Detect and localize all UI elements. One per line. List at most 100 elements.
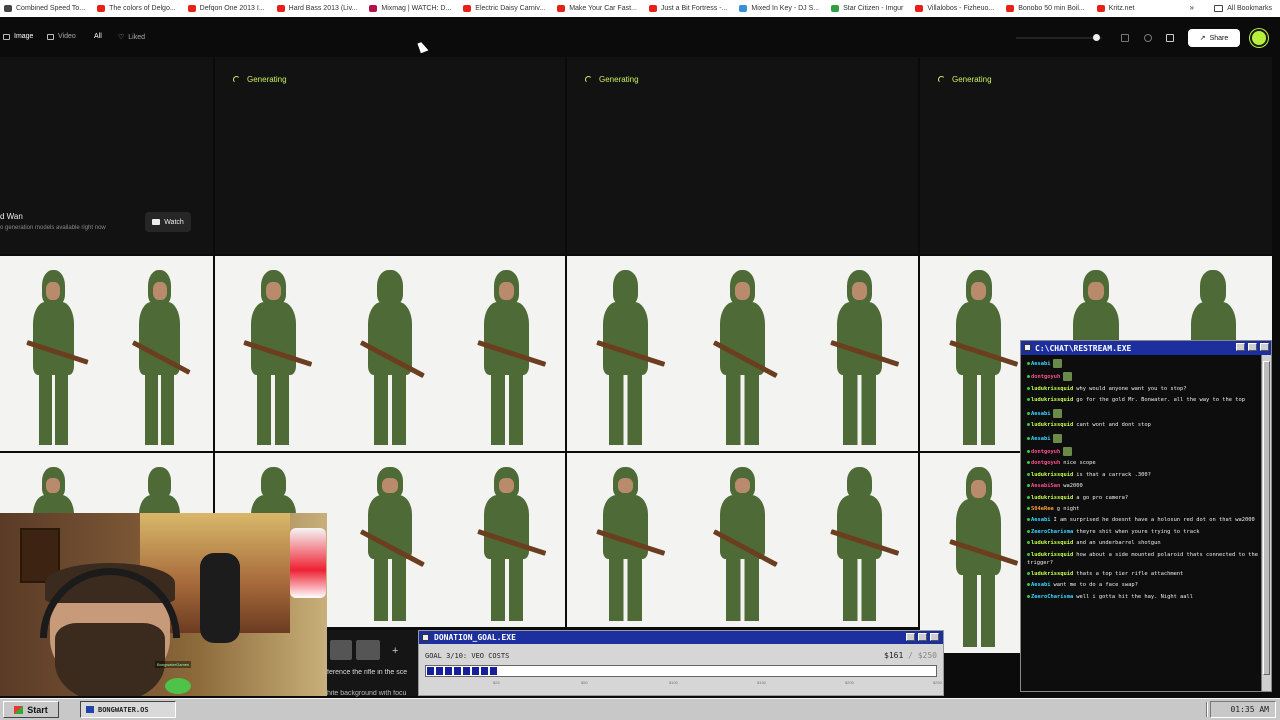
generating-card[interactable]: Generating [215,57,565,254]
chat-username: ZeeroCharisma [1031,528,1074,535]
chat-text: I am surprised he doesnt have a holosun … [1053,517,1255,524]
bookmark-item[interactable]: Electric Daisy Carniv... [463,5,545,12]
bookmark-item[interactable]: Villalobos - Fizheuo... [915,5,994,12]
prompt-text[interactable]: hite background with focu [327,690,419,697]
soldier-figure [827,467,899,621]
minimize-button[interactable] [906,633,915,641]
bookmark-item[interactable]: The colors of Delgo... [97,5,176,12]
chat-text: go for the gold Mr. Bonwater. all the wa… [1076,397,1245,404]
bookmark-item[interactable]: Mixed In Key - DJ S... [739,5,819,12]
bookmark-label: Combined Speed To... [16,5,86,12]
chat-username: S04eRee [1031,506,1054,513]
bookmark-label: The colors of Delgo... [109,5,176,12]
face [970,282,987,300]
legs [490,556,523,621]
bookmark-item[interactable]: Mixmag | WATCH: D... [369,5,451,12]
bookmark-item[interactable]: Just a Bit Fortress -... [648,5,728,12]
tab-all[interactable]: All [94,33,102,40]
tab-image[interactable]: Image [3,33,33,40]
soldier-figure [358,467,425,621]
list-view-icon[interactable] [1121,34,1129,42]
close-button[interactable] [1260,343,1269,351]
generating-card[interactable]: Generating [567,57,918,254]
generating-card[interactable]: Generating [920,57,1272,254]
progress-block [490,667,497,675]
bookmarks-overflow-button[interactable]: » [1190,3,1194,12]
bookmark-label: Make Your Car Fast... [569,5,637,12]
bookmark-item[interactable]: Combined Speed To... [4,5,85,12]
chat-scrollbar-thumb[interactable] [1263,361,1270,675]
favicon-icon [739,5,748,12]
chat-username: ZeeroCharisma [1031,593,1074,600]
app-icon [422,634,429,641]
donation-total: / $250 [903,651,937,660]
chat-scrollbar[interactable] [1261,355,1271,691]
chat-titlebar[interactable]: C:\CHAT\RESTREAM.EXE [1021,341,1271,355]
prompt-text[interactable]: ference the rifle in the sce [327,669,419,676]
favicon-icon [648,5,657,12]
chat-text: why would anyone want you to stop? [1076,385,1187,392]
torso [836,301,882,375]
favicon-icon [915,5,924,12]
share-button[interactable]: ↗ Share [1188,29,1240,47]
start-label: Start [27,704,48,715]
chat-message: ludukrissquid go for the gold Mr. Bonwate… [1027,397,1261,405]
tray-separator [1206,702,1208,717]
bookmark-item[interactable]: Bonobo 50 min Boil... [1006,5,1085,12]
generated-image[interactable] [0,256,213,451]
generated-image[interactable] [567,453,918,627]
soldier-figure [475,270,546,445]
soldier-figure [827,270,899,445]
watch-button[interactable]: Watch [145,212,191,232]
chat-message: dontgoyuh [1027,372,1261,382]
favicon-icon [1096,5,1105,12]
platform-icon [1027,583,1030,587]
maximize-button[interactable] [918,633,927,641]
maximize-button[interactable] [1248,343,1257,351]
settings-icon[interactable] [1144,34,1152,42]
tab-liked[interactable]: ♡ Liked [118,33,145,42]
platform-icon [1027,484,1030,488]
legs [609,556,642,621]
all-bookmarks-button[interactable]: All Bookmarks [1214,0,1272,17]
add-reference-button[interactable]: + [392,645,398,657]
start-button[interactable]: Start [3,701,59,718]
platform-icon [1027,594,1030,598]
bookmark-item[interactable]: Kritz.net [1096,5,1134,12]
torso [602,301,648,375]
grid-view-icon[interactable] [1166,34,1174,42]
close-button[interactable] [930,633,939,641]
bookmark-item[interactable]: Hard Bass 2013 (Liv... [276,5,357,12]
zoom-slider[interactable] [1016,37,1102,39]
spinner-icon [233,76,240,83]
bookmark-item[interactable]: Make Your Car Fast... [557,5,637,12]
video-icon [47,33,54,40]
bookmark-item[interactable]: Defqon One 2013 I... [187,5,265,12]
reference-thumbnail[interactable] [356,640,380,660]
minimize-button[interactable] [1236,343,1245,351]
face [46,477,61,494]
taskbar-item[interactable]: BONGWATER.OS [80,701,176,718]
progress-tick-label: $50 [581,680,588,685]
reference-thumbnail[interactable] [330,640,352,660]
donation-titlebar[interactable]: DONATION_GOAL.EXE [419,631,943,644]
chat-username: ludukrissquid [1031,422,1074,429]
generated-image[interactable] [567,256,918,451]
generated-image[interactable] [215,256,565,451]
bookmark-item[interactable]: Star Citizen - Imgur [831,5,903,12]
avatar[interactable] [1250,29,1268,47]
bookmark-label: Just a Bit Fortress -... [660,5,728,12]
tab-video[interactable]: Video [47,33,76,40]
soldier-figure [475,467,546,621]
zoom-slider-thumb[interactable] [1093,34,1100,41]
chat-text: wa2000 [1063,483,1083,490]
soldier-figure [241,270,313,445]
chat-message: S04eRee g night [1027,506,1261,514]
torso [484,301,530,375]
legs [726,556,759,621]
soldier-figure [130,270,192,445]
progress-block [436,667,443,675]
chat-username: ludukrissquid [1031,385,1074,392]
taskbar-item-label: BONGWATER.OS [98,705,149,714]
bookmarks-bar: Combined Speed To... The colors of Delgo.… [0,0,1280,17]
